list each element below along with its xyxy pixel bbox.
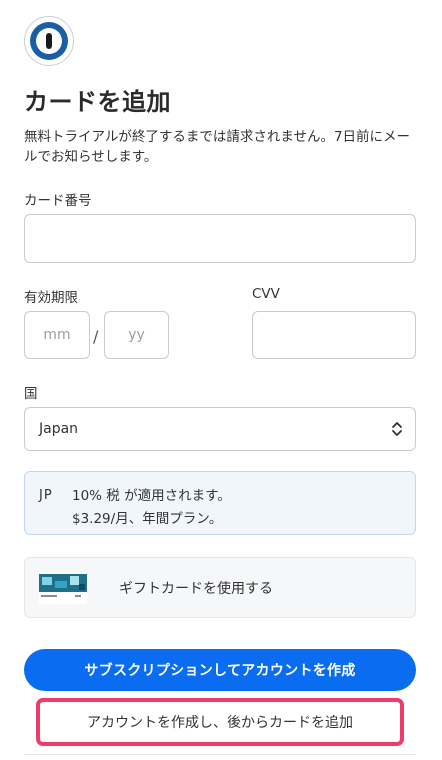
- card-number-input[interactable]: [25, 215, 415, 262]
- country-code: JP: [39, 488, 53, 503]
- expiry-separator: /: [93, 327, 99, 346]
- expiry-month-input[interactable]: [25, 312, 89, 358]
- cvv-input[interactable]: [253, 312, 415, 358]
- tax-notice: JP 10% 税 が適用されます。 $3.29/月、年間プラン。: [24, 471, 416, 535]
- chevron-up-down-icon: [392, 422, 402, 436]
- country-selected-value: Japan: [39, 421, 79, 437]
- expiry-label: 有効期限: [24, 290, 78, 306]
- gift-card-icon: [39, 571, 87, 604]
- expiry-year-input[interactable]: [105, 312, 168, 358]
- country-label: 国: [24, 386, 38, 402]
- key-logo-icon: [30, 22, 68, 60]
- app-logo: [24, 16, 74, 66]
- card-number-label: カード番号: [24, 193, 92, 209]
- tax-rate-text: 10% 税 が適用されます。: [72, 488, 231, 504]
- plan-price-text: $3.29/月、年間プラン。: [72, 511, 223, 527]
- use-gift-card-button[interactable]: ギフトカードを使用する: [24, 557, 416, 618]
- card-number-field[interactable]: [24, 214, 416, 263]
- expiry-month-field[interactable]: [24, 311, 90, 359]
- divider: [24, 754, 416, 755]
- cvv-label: CVV: [252, 286, 280, 302]
- expiry-year-field[interactable]: [104, 311, 169, 359]
- page-title: カードを追加: [24, 88, 171, 116]
- highlight-box: アカウントを作成し、後からカードを追加: [36, 698, 404, 746]
- cvv-field[interactable]: [252, 311, 416, 359]
- create-account-later-button[interactable]: アカウントを作成し、後からカードを追加: [87, 712, 353, 732]
- subscribe-create-account-button[interactable]: サブスクリプションしてアカウントを作成: [24, 649, 416, 691]
- country-select[interactable]: Japan: [24, 407, 416, 451]
- page-subtitle: 無料トライアルが終了するまでは請求されません。7日前にメールでお知らせします。: [24, 129, 411, 165]
- gift-card-label: ギフトカードを使用する: [119, 580, 273, 597]
